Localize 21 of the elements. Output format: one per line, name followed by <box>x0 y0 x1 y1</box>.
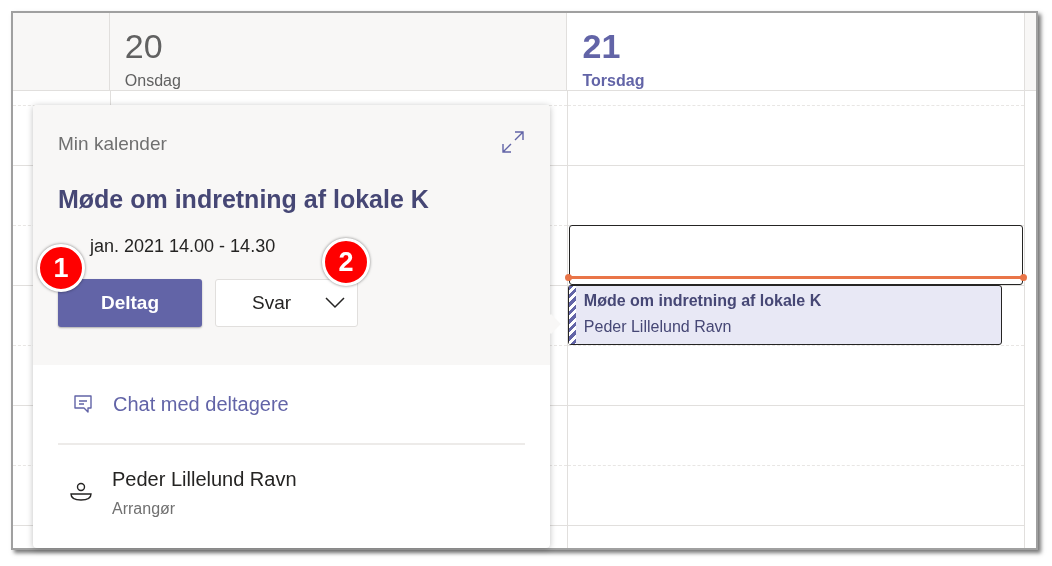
event-title: Møde om indretning af lokale K <box>58 185 430 214</box>
chat-icon <box>73 394 93 414</box>
calendar-name: Min kalender <box>58 133 167 155</box>
day-number: 21 <box>582 27 622 66</box>
calendar-event[interactable]: Møde om indretning af lokale K Peder Lillelund Ravn <box>567 285 1002 345</box>
event-datetime: jan. 2021 14.00 - 14.30 <box>88 236 277 257</box>
weekday-label: Onsdag <box>124 72 182 90</box>
reply-dropdown[interactable]: Svar <box>215 279 358 327</box>
chat-link[interactable]: Chat med deltagere <box>113 392 289 416</box>
join-button[interactable]: Deltag <box>58 279 202 327</box>
expand-icon[interactable] <box>501 130 525 154</box>
day-header[interactable]: 21 Torsdag <box>567 13 1026 90</box>
new-event-slot[interactable] <box>568 225 1024 285</box>
event-organizer: Peder Lillelund Ravn <box>583 318 733 336</box>
weekday-label: Torsdag <box>582 72 646 90</box>
event-title: Møde om indretning af lokale K <box>583 292 822 310</box>
day-number: 20 <box>124 27 164 66</box>
person-icon <box>70 482 92 502</box>
organizer-name: Peder Lillelund Ravn <box>112 468 297 491</box>
chevron-down-icon <box>325 297 345 309</box>
organizer-role: Arrangør <box>112 500 177 518</box>
